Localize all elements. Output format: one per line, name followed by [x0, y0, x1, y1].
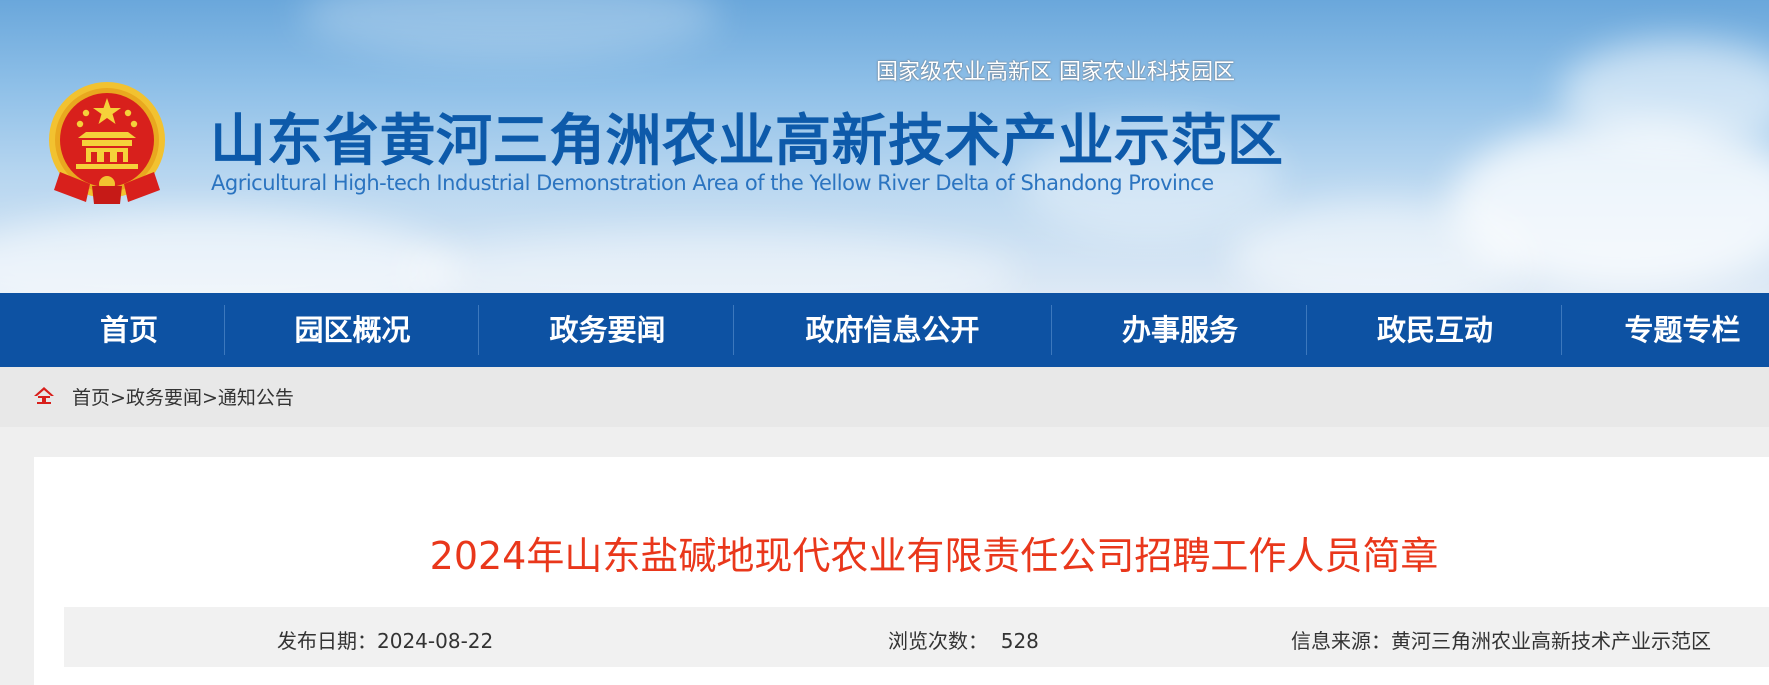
nav-item-government-news[interactable]: 政务要闻: [515, 293, 700, 367]
nav-item-info-disclosure[interactable]: 政府信息公开: [770, 293, 1015, 367]
view-count: 浏览次数： 528: [888, 625, 1039, 654]
header-banner: 国家级农业高新区 国家农业科技园区 山东省黄河三角洲农业高新技术产业示范区 Ag…: [0, 0, 1769, 293]
article-title: 2024年山东盐碱地现代农业有限责任公司招聘工作人员简章: [429, 534, 1439, 578]
article-panel: 2024年山东盐碱地现代农业有限责任公司招聘工作人员简章 发布日期：2024-0…: [34, 457, 1769, 685]
breadcrumb-trail: 首页>政务要闻>通知公告: [72, 383, 294, 410]
breadcrumb-news-link[interactable]: 政务要闻: [126, 387, 202, 409]
nav-item-services[interactable]: 办事服务: [1085, 293, 1275, 367]
national-emblem-icon: [49, 82, 165, 204]
nav-item-park-overview[interactable]: 园区概况: [260, 293, 445, 367]
article-meta-bar: 发布日期：2024-08-22 浏览次数： 528 信息来源：黄河三角洲农业高新…: [64, 607, 1769, 667]
breadcrumb-notice-link[interactable]: 通知公告: [218, 387, 294, 409]
nav-item-interaction[interactable]: 政民互动: [1340, 293, 1530, 367]
main-nav: 首页 园区概况 政务要闻 政府信息公开 办事服务 政民互动 专题专栏: [0, 293, 1769, 367]
breadcrumb-home-link[interactable]: 首页: [72, 387, 110, 409]
site-title: 山东省黄河三角洲农业高新技术产业示范区: [210, 109, 1284, 174]
home-icon: [34, 387, 54, 404]
header-tags: 国家级农业高新区 国家农业科技园区: [876, 60, 1235, 85]
breadcrumb-separator: >: [110, 387, 126, 409]
view-count-label: 浏览次数：: [888, 629, 988, 653]
info-source: 信息来源：黄河三角洲农业高新技术产业示范区: [1291, 629, 1711, 653]
publish-date: 发布日期：2024-08-22: [277, 629, 494, 653]
view-count-value: 528: [1000, 629, 1039, 653]
site-title-en: Agricultural High-tech Industrial Demons…: [211, 171, 1214, 195]
nav-item-home[interactable]: 首页: [54, 293, 204, 367]
breadcrumb: 首页>政务要闻>通知公告: [0, 367, 1769, 427]
breadcrumb-separator: >: [201, 387, 218, 409]
nav-item-special-topics[interactable]: 专题专栏: [1600, 293, 1765, 367]
